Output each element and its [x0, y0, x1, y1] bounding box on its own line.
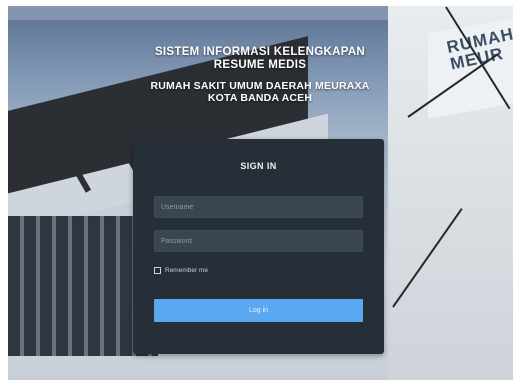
remember-me-label: Remember me — [165, 267, 208, 274]
app-title-line: RESUME MEDIS — [213, 59, 307, 71]
password-input[interactable] — [154, 230, 363, 252]
username-input[interactable] — [154, 196, 363, 218]
login-card: SIGN IN Remember me Log in — [133, 139, 384, 354]
login-button[interactable]: Log in — [154, 299, 363, 322]
hospital-city-line: KOTA BANDA ACEH — [207, 92, 313, 104]
remember-me-row[interactable]: Remember me — [154, 267, 208, 274]
sign-in-heading: SIGN IN — [240, 161, 277, 171]
hospital-name-line: RUMAH SAKIT UMUM DAERAH MEURAXA — [150, 80, 370, 92]
page-header: SISTEM INFORMASI KELENGKAPAN RESUME MEDI… — [130, 46, 390, 104]
remember-me-checkbox[interactable] — [154, 267, 161, 274]
app-title-line: SISTEM INFORMASI KELENGKAPAN — [154, 46, 366, 58]
